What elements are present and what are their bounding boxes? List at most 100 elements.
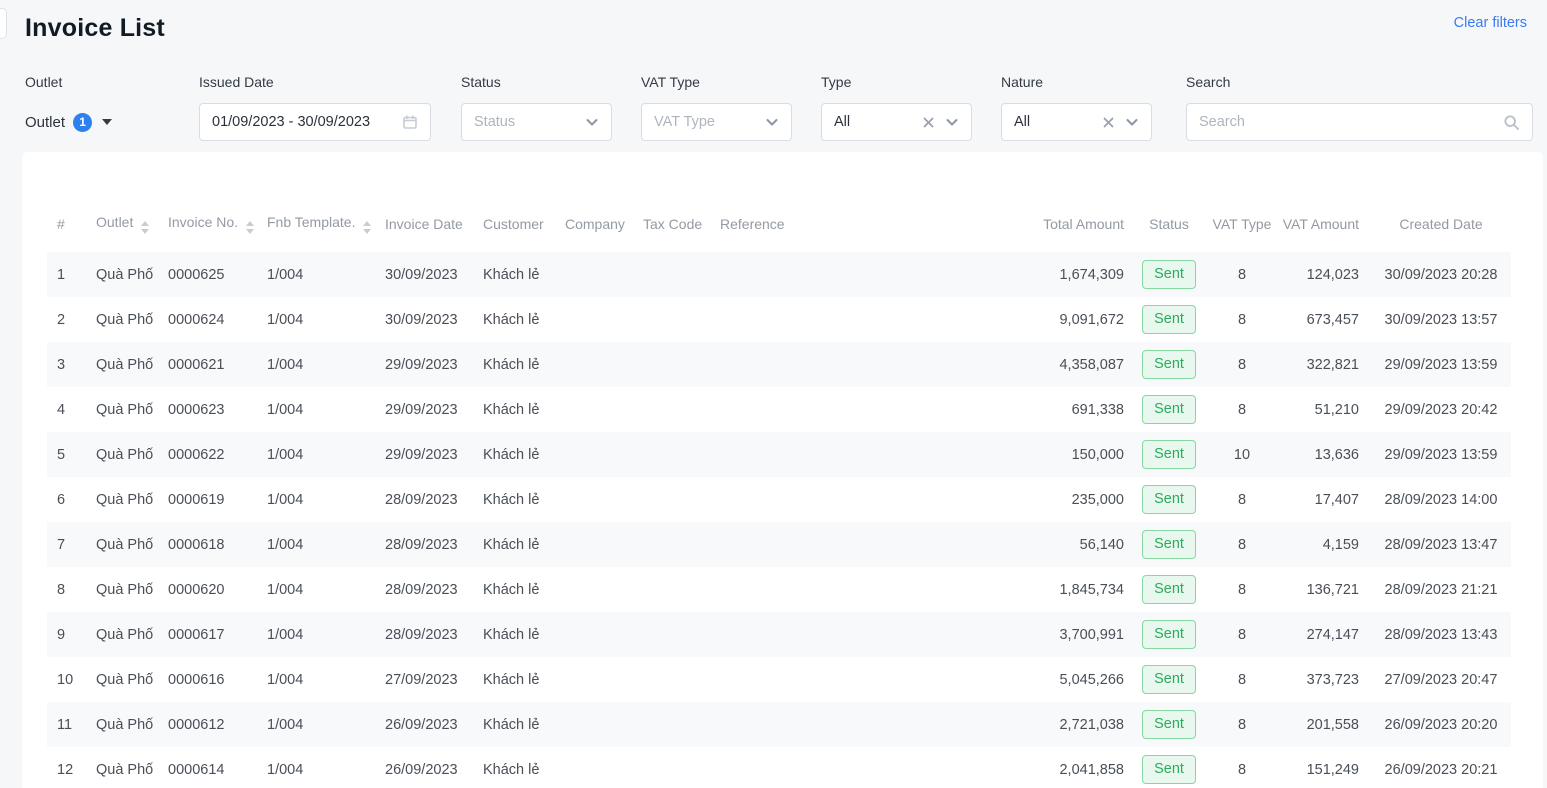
nature-filter-label: Nature [1001,74,1152,92]
sort-carets-icon[interactable] [141,221,149,234]
nature-select-value: All [1014,114,1030,130]
table-row[interactable]: 2Quà Phố00006241/00430/09/2023Khách lẻ9,… [47,297,1511,342]
cell-index: 6 [47,477,86,522]
cell-invoice-date: 28/09/2023 [375,477,473,522]
table-row[interactable]: 11Quà Phố00006121/00426/09/2023Khách lẻ2… [47,702,1511,747]
cell-invoice-no: 0000625 [158,252,257,297]
cell-status: Sent [1136,747,1202,788]
cell-fnb-template: 1/004 [257,612,375,657]
table-row[interactable]: 1Quà Phố00006251/00430/09/2023Khách lẻ1,… [47,252,1511,297]
status-badge: Sent [1142,530,1196,559]
table-row[interactable]: 4Quà Phố00006231/00429/09/2023Khách lẻ69… [47,387,1511,432]
cell-customer: Khách lẻ [473,252,555,297]
cell-company [555,252,633,297]
status-badge: Sent [1142,620,1196,649]
cell-created-date: 26/09/2023 20:21 [1371,747,1511,788]
status-select[interactable]: Status [461,103,612,141]
cell-vat-type: 8 [1202,297,1282,342]
table-row[interactable]: 10Quà Phố00006161/00427/09/2023Khách lẻ5… [47,657,1511,702]
cell-total-amount: 1,845,734 [790,567,1136,612]
cell-created-date: 28/09/2023 21:21 [1371,567,1511,612]
cell-customer: Khách lẻ [473,567,555,612]
cell-company [555,567,633,612]
cell-customer: Khách lẻ [473,477,555,522]
cell-company [555,657,633,702]
column-header-reference: Reference [710,214,790,252]
cell-tax-code [633,387,710,432]
cell-invoice-date: 26/09/2023 [375,747,473,788]
outlet-count-badge: 1 [73,113,92,132]
clear-x-icon[interactable] [1102,116,1115,129]
table-row[interactable]: 12Quà Phố00006141/00426/09/2023Khách lẻ2… [47,747,1511,788]
status-select-placeholder: Status [474,114,515,130]
cell-outlet: Quà Phố [86,567,158,612]
cell-outlet: Quà Phố [86,612,158,657]
column-header-outlet[interactable]: Outlet [86,214,158,252]
issued-date-range-input[interactable]: 01/09/2023 - 30/09/2023 [199,103,431,141]
status-badge: Sent [1142,395,1196,424]
column-header-status: Status [1136,214,1202,252]
cell-index: 9 [47,612,86,657]
cell-company [555,387,633,432]
cell-status: Sent [1136,432,1202,477]
cell-invoice-no: 0000618 [158,522,257,567]
outlet-dropdown-trigger[interactable]: Outlet 1 [25,105,112,139]
table-row[interactable]: 5Quà Phố00006221/00429/09/2023Khách lẻ15… [47,432,1511,477]
sort-carets-icon[interactable] [363,221,371,234]
chevron-down-icon [945,115,959,129]
cell-vat-amount: 4,159 [1282,522,1371,567]
sort-carets-icon[interactable] [246,221,254,234]
cell-tax-code [633,297,710,342]
vat-type-select[interactable]: VAT Type [641,103,792,141]
status-badge: Sent [1142,485,1196,514]
table-row[interactable]: 8Quà Phố00006201/00428/09/2023Khách lẻ1,… [47,567,1511,612]
cell-outlet: Quà Phố [86,657,158,702]
cell-invoice-no: 0000624 [158,297,257,342]
chevron-down-icon [765,115,779,129]
cell-invoice-date: 29/09/2023 [375,342,473,387]
cell-total-amount: 150,000 [790,432,1136,477]
cell-company [555,747,633,788]
cell-total-amount: 9,091,672 [790,297,1136,342]
nature-select[interactable]: All [1001,103,1152,141]
search-icon [1503,114,1520,131]
cell-index: 7 [47,522,86,567]
type-select[interactable]: All [821,103,972,141]
clear-filters-link[interactable]: Clear filters [1454,15,1527,31]
table-row[interactable]: 9Quà Phố00006171/00428/09/2023Khách lẻ3,… [47,612,1511,657]
cell-vat-type: 8 [1202,342,1282,387]
table-row[interactable]: 6Quà Phố00006191/00428/09/2023Khách lẻ23… [47,477,1511,522]
cell-invoice-date: 30/09/2023 [375,297,473,342]
column-header-invoice-no[interactable]: Invoice No. [158,214,257,252]
cell-company [555,342,633,387]
column-header-fnb-template[interactable]: Fnb Template. [257,214,375,252]
cell-status: Sent [1136,657,1202,702]
invoice-table: #OutletInvoice No.Fnb Template.Invoice D… [47,214,1511,788]
cell-tax-code [633,477,710,522]
cell-invoice-date: 26/09/2023 [375,702,473,747]
status-badge: Sent [1142,575,1196,604]
cell-created-date: 28/09/2023 14:00 [1371,477,1511,522]
cell-vat-amount: 151,249 [1282,747,1371,788]
vat-type-filter-label: VAT Type [641,74,792,92]
cell-outlet: Quà Phố [86,297,158,342]
cell-created-date: 29/09/2023 13:59 [1371,342,1511,387]
search-input[interactable] [1199,114,1503,130]
cell-tax-code [633,612,710,657]
cell-status: Sent [1136,612,1202,657]
cell-fnb-template: 1/004 [257,387,375,432]
type-select-value: All [834,114,850,130]
cell-created-date: 28/09/2023 13:47 [1371,522,1511,567]
cell-vat-amount: 274,147 [1282,612,1371,657]
table-row[interactable]: 3Quà Phố00006211/00429/09/2023Khách lẻ4,… [47,342,1511,387]
clear-x-icon[interactable] [922,116,935,129]
cell-status: Sent [1136,297,1202,342]
cell-total-amount: 56,140 [790,522,1136,567]
cell-total-amount: 2,721,038 [790,702,1136,747]
cell-outlet: Quà Phố [86,252,158,297]
cell-invoice-date: 30/09/2023 [375,252,473,297]
column-header-vat-type: VAT Type [1202,214,1282,252]
cell-fnb-template: 1/004 [257,432,375,477]
cell-invoice-no: 0000622 [158,432,257,477]
table-row[interactable]: 7Quà Phố00006181/00428/09/2023Khách lẻ56… [47,522,1511,567]
